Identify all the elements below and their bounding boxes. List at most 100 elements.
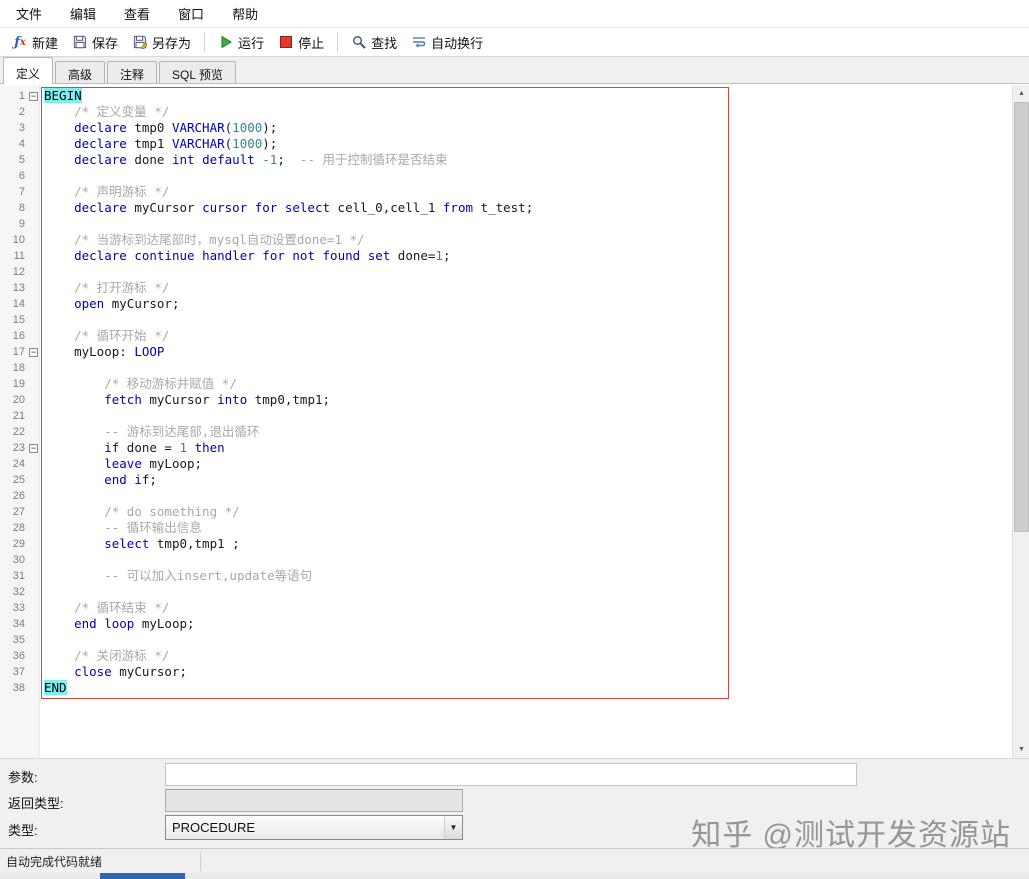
menu-item-2[interactable]: 查看	[112, 0, 166, 28]
run-icon	[218, 34, 234, 50]
code-text: /* 关闭游标 */	[74, 648, 170, 663]
code-line-37[interactable]: 37 close myCursor;	[0, 664, 1012, 680]
line-number: 8	[18, 202, 25, 214]
fold-column	[27, 488, 40, 504]
code-line-34[interactable]: 34 end loop myLoop;	[0, 616, 1012, 632]
line-number: 23	[12, 442, 25, 454]
line-number: 25	[12, 474, 25, 486]
code-line-8[interactable]: 8 declare myCursor cursor for select cel…	[0, 200, 1012, 216]
bottom-strip	[0, 873, 1029, 879]
code-text: select tmp0,tmp1 ;	[104, 536, 240, 551]
code-text: declare done int default -1; -- 用于控制循环是否…	[74, 152, 448, 167]
search-icon	[351, 34, 367, 50]
code-area[interactable]: 1− BEGIN 2 /* 定义变量 */3 declare tmp0 VARCHA…	[0, 88, 1012, 696]
fold-marker-icon[interactable]: −	[29, 347, 38, 357]
menu-item-1[interactable]: 编辑	[58, 0, 112, 28]
menu-item-4[interactable]: 帮助	[220, 0, 274, 28]
code-line-18[interactable]: 18	[0, 360, 1012, 376]
code-line-7[interactable]: 7 /* 声明游标 */	[0, 184, 1012, 200]
code-text: /* 打开游标 */	[74, 280, 170, 295]
code-line-3[interactable]: 3 declare tmp0 VARCHAR(1000);	[0, 120, 1012, 136]
tab-3[interactable]: SQL 预览	[159, 61, 236, 83]
return-type-input	[165, 789, 463, 812]
code-line-36[interactable]: 36 /* 关闭游标 */	[0, 648, 1012, 664]
code-text: /* 当游标到达尾部时，mysql自动设置done=1 */	[74, 232, 365, 247]
code-line-25[interactable]: 25 end if;	[0, 472, 1012, 488]
code-line-12[interactable]: 12	[0, 264, 1012, 280]
stop-button[interactable]: 停止	[271, 29, 331, 56]
statusbar: 自动完成代码就绪	[0, 848, 1029, 873]
tab-2[interactable]: 注释	[107, 61, 158, 83]
code-line-13[interactable]: 13 /* 打开游标 */	[0, 280, 1012, 296]
menu-item-3[interactable]: 窗口	[166, 0, 220, 28]
scroll-up-arrow[interactable]: ▲	[1013, 85, 1029, 102]
vertical-scrollbar[interactable]: ▲ ▼	[1012, 85, 1029, 758]
save-as-button[interactable]: 另存为	[125, 29, 198, 56]
line-number: 20	[12, 394, 25, 406]
line-number: 30	[12, 554, 25, 566]
fold-column	[27, 664, 40, 680]
code-line-4[interactable]: 4 declare tmp1 VARCHAR(1000);	[0, 136, 1012, 152]
fold-column	[27, 680, 40, 696]
line-number: 10	[12, 234, 25, 246]
code-line-19[interactable]: 19 /* 移动游标并赋值 */	[0, 376, 1012, 392]
code-line-38[interactable]: 38 END	[0, 680, 1012, 696]
code-line-9[interactable]: 9	[0, 216, 1012, 232]
params-input[interactable]	[165, 763, 857, 786]
code-line-14[interactable]: 14 open myCursor;	[0, 296, 1012, 312]
code-line-2[interactable]: 2 /* 定义变量 */	[0, 104, 1012, 120]
code-line-11[interactable]: 11 declare continue handler for not foun…	[0, 248, 1012, 264]
code-line-32[interactable]: 32	[0, 584, 1012, 600]
type-dropdown[interactable]: PROCEDURE ▼	[165, 815, 463, 840]
code-line-21[interactable]: 21	[0, 408, 1012, 424]
save-button[interactable]: 保存	[65, 29, 125, 56]
code-line-26[interactable]: 26	[0, 488, 1012, 504]
menu-item-0[interactable]: 文件	[4, 0, 58, 28]
code-text: BEGIN	[44, 88, 82, 103]
tab-1[interactable]: 高级	[55, 61, 106, 83]
code-line-27[interactable]: 27 /* do something */	[0, 504, 1012, 520]
code-line-35[interactable]: 35	[0, 632, 1012, 648]
code-line-16[interactable]: 16 /* 循环开始 */	[0, 328, 1012, 344]
sql-editor[interactable]: 1− BEGIN 2 /* 定义变量 */3 declare tmp0 VARCHA…	[0, 85, 1029, 758]
line-number: 21	[12, 410, 25, 422]
tab-0[interactable]: 定义	[3, 57, 54, 84]
find-button[interactable]: 查找	[344, 29, 404, 56]
code-line-30[interactable]: 30	[0, 552, 1012, 568]
scroll-down-arrow[interactable]: ▼	[1013, 741, 1029, 758]
new-button[interactable]: ƒx 新建	[5, 29, 65, 56]
code-line-23[interactable]: 23− if done = 1 then	[0, 440, 1012, 456]
code-line-15[interactable]: 15	[0, 312, 1012, 328]
fold-marker-icon[interactable]: −	[29, 443, 38, 453]
new-button-label: 新建	[32, 35, 59, 51]
line-number: 19	[12, 378, 25, 390]
code-line-1[interactable]: 1− BEGIN	[0, 88, 1012, 104]
code-line-20[interactable]: 20 fetch myCursor into tmp0,tmp1;	[0, 392, 1012, 408]
code-line-10[interactable]: 10 /* 当游标到达尾部时，mysql自动设置done=1 */	[0, 232, 1012, 248]
line-number: 38	[12, 682, 25, 694]
code-line-5[interactable]: 5 declare done int default -1; -- 用于控制循环…	[0, 152, 1012, 168]
fold-column	[27, 504, 40, 520]
line-number: 15	[12, 314, 25, 326]
code-line-28[interactable]: 28 -- 循环输出信息	[0, 520, 1012, 536]
run-button[interactable]: 运行	[211, 29, 271, 56]
code-line-29[interactable]: 29 select tmp0,tmp1 ;	[0, 536, 1012, 552]
code-line-24[interactable]: 24 leave myLoop;	[0, 456, 1012, 472]
line-number: 32	[12, 586, 25, 598]
code-line-6[interactable]: 6	[0, 168, 1012, 184]
fold-marker-icon[interactable]: −	[29, 91, 38, 101]
params-label: 参数:	[8, 770, 38, 785]
code-line-22[interactable]: 22 -- 游标到达尾部,退出循环	[0, 424, 1012, 440]
fold-column	[27, 408, 40, 424]
code-line-31[interactable]: 31 -- 可以加入insert,update等语句	[0, 568, 1012, 584]
fold-column	[27, 568, 40, 584]
word-wrap-button[interactable]: 自动换行	[404, 29, 490, 56]
fold-column	[27, 232, 40, 248]
code-line-33[interactable]: 33 /* 循环结束 */	[0, 600, 1012, 616]
code-text: -- 循环输出信息	[104, 520, 202, 535]
scrollbar-thumb[interactable]	[1014, 102, 1029, 532]
fold-column	[27, 248, 40, 264]
code-text: myLoop: LOOP	[44, 344, 165, 359]
code-line-17[interactable]: 17− myLoop: LOOP	[0, 344, 1012, 360]
